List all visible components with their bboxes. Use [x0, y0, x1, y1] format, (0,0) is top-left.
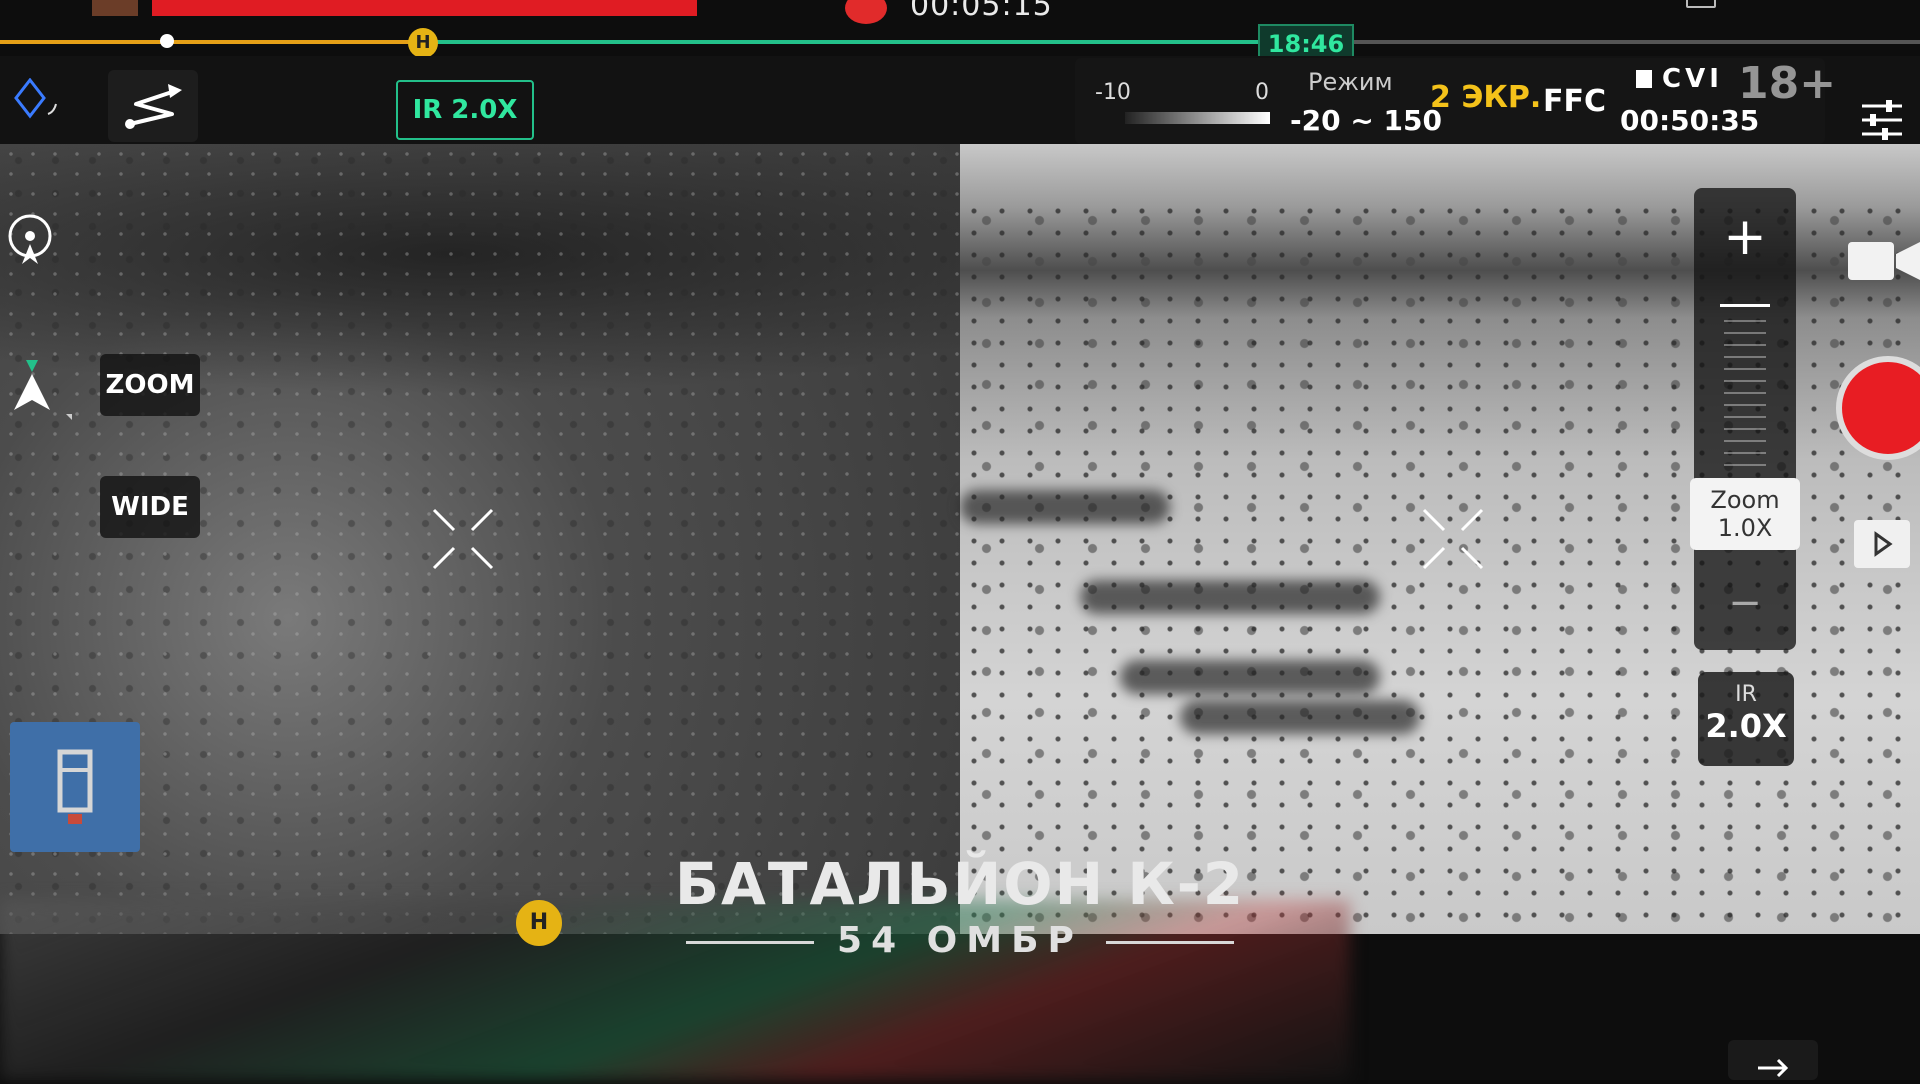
timeline-remaining[interactable]	[1260, 40, 1920, 44]
ir-readout-label: IR	[1735, 682, 1757, 707]
scale-zero-label: 0	[1255, 80, 1269, 105]
motion-blur-overlay	[0, 900, 1350, 1080]
zoom-button[interactable]: ZOOM	[100, 354, 200, 416]
ir-zoom-readout[interactable]: IR 2.0X	[1698, 672, 1794, 766]
wide-button[interactable]: WIDE	[100, 476, 200, 538]
mode-label: Режим	[1308, 68, 1393, 96]
scale-min-label: -10	[1095, 80, 1131, 105]
zoom-out-button[interactable]: −	[1694, 580, 1796, 626]
home-point-marker: H	[516, 900, 562, 946]
temperature-range[interactable]: -20 ~ 150	[1290, 104, 1442, 137]
crosshair-icon	[1420, 506, 1486, 572]
settings-sliders-icon[interactable]	[1858, 98, 1906, 142]
treeline-shadow	[1080, 580, 1380, 614]
age-rating-badge: 18+	[1738, 58, 1837, 109]
zoom-readout-value: 1.0X	[1717, 514, 1773, 542]
zoom-slider-track[interactable]	[1724, 320, 1766, 470]
compass-icon[interactable]	[6, 212, 54, 272]
zoom-readout: Zoom 1.0X	[1690, 478, 1800, 550]
ir-readout-value: 2.0X	[1705, 707, 1787, 745]
crosshair-icon	[430, 506, 496, 572]
ffc-button[interactable]: FFC	[1543, 84, 1606, 119]
zoom-in-button[interactable]: +	[1694, 210, 1796, 264]
watermark-rule	[686, 941, 814, 944]
recording-bar	[152, 0, 697, 16]
watermark-rule	[1106, 941, 1234, 944]
recording-time: 00:05:15	[910, 0, 1053, 23]
treeline-shadow	[1120, 660, 1380, 694]
camera-icon[interactable]	[1846, 238, 1920, 284]
aircraft-icon	[8, 356, 74, 426]
screen-mode-button[interactable]: 2 ЭКР.	[1430, 80, 1541, 115]
route-icon[interactable]	[108, 70, 198, 142]
cvi-label: CVI	[1662, 64, 1723, 94]
play-icon[interactable]	[1854, 520, 1910, 568]
ir-zoom-badge[interactable]: IR 2.0X	[396, 80, 534, 140]
timeline-played[interactable]	[0, 40, 425, 44]
watermark-title: БАТАЛЬЙОН К-2	[674, 850, 1246, 918]
sd-card-icon	[1636, 70, 1652, 88]
treeline-shadow	[960, 490, 1170, 524]
back-arrow-icon[interactable]	[1728, 1040, 1818, 1080]
zoom-readout-label: Zoom	[1710, 486, 1780, 514]
zoom-slider-handle[interactable]	[1720, 304, 1770, 307]
watermark-subtitle: 54 ОМБР	[837, 920, 1083, 961]
top-thumbnail	[92, 0, 138, 16]
palette-scale-bar[interactable]	[1125, 112, 1270, 124]
map-thumbnail[interactable]	[10, 722, 140, 852]
diamond-icon[interactable]	[14, 77, 58, 122]
timeline-scrubber[interactable]	[160, 34, 174, 48]
treeline-shadow	[1180, 700, 1420, 734]
timeline-segment[interactable]	[425, 40, 1260, 44]
battery-icon	[1686, 0, 1716, 8]
home-point-marker[interactable]: H	[408, 28, 438, 58]
